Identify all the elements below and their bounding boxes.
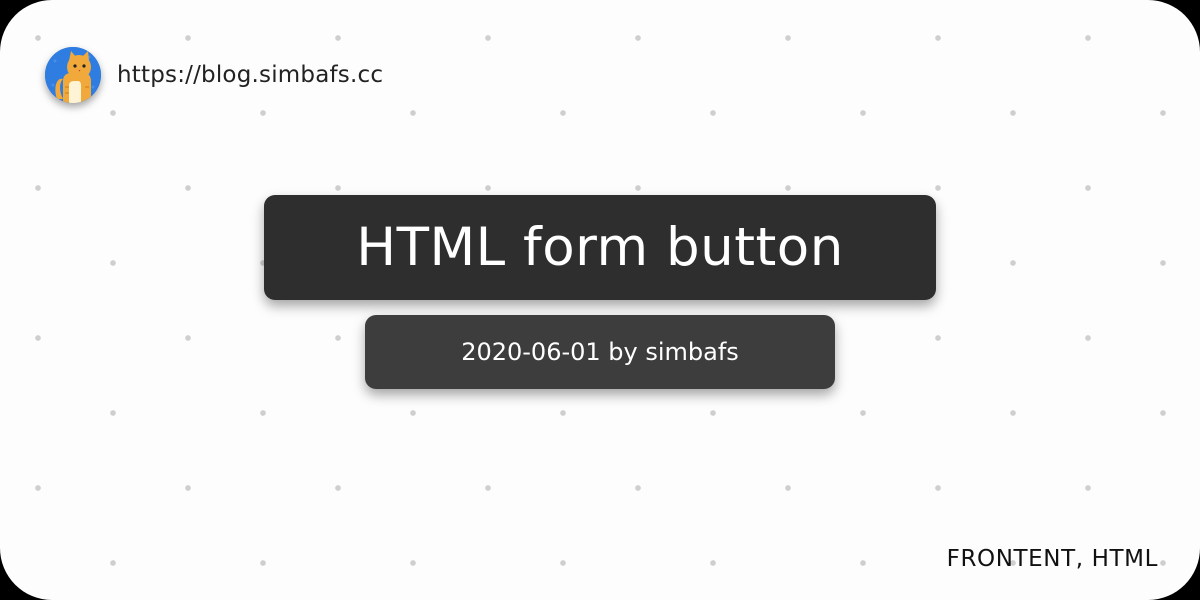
site-header: https://blog.simbafs.cc	[45, 45, 383, 105]
post-title-box: HTML form button	[264, 195, 936, 300]
post-meta-box: 2020-06-01 by simbafs	[365, 315, 835, 389]
post-meta: 2020-06-01 by simbafs	[461, 338, 739, 366]
post-title: HTML form button	[356, 217, 844, 278]
og-card: https://blog.simbafs.cc HTML form button…	[0, 0, 1200, 600]
site-url-link[interactable]: https://blog.simbafs.cc	[117, 62, 383, 88]
cat-avatar-icon	[45, 47, 101, 103]
post-tags: FRONTENT, HTML	[946, 546, 1158, 572]
